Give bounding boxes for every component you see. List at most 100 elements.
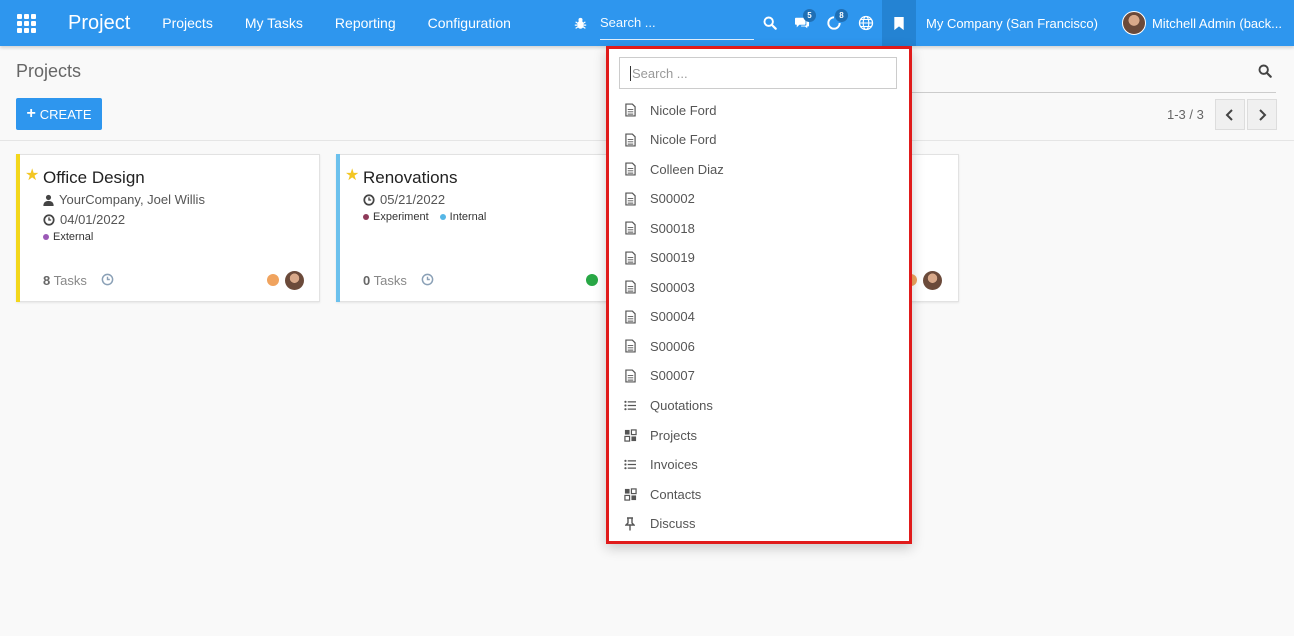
language-globe-icon[interactable] [850, 0, 882, 46]
dropdown-item[interactable]: Discuss [623, 512, 893, 536]
card-color-bar [336, 154, 340, 302]
timesheet-clock-icon[interactable] [101, 273, 114, 291]
dropdown-item[interactable]: Nicole Ford [623, 128, 893, 152]
project-tags-row: Experiment Internal [363, 211, 492, 223]
tag-internal: Internal [439, 211, 486, 223]
dropdown-item-label: S00007 [650, 368, 695, 384]
document-icon [623, 280, 637, 294]
document-icon [623, 162, 637, 176]
tag-external: External [43, 231, 93, 243]
project-card[interactable]: ★ Renovations 05/21/2022 Experiment Inte… [336, 154, 640, 302]
bookmark-dropdown-panel: Search ... Nicole Ford Nicole Ford Colleen… [606, 46, 912, 544]
menu-my-tasks[interactable]: My Tasks [229, 15, 319, 31]
clock-icon [43, 213, 55, 226]
timesheet-clock-icon[interactable] [421, 273, 434, 291]
global-search-input[interactable]: Search ... [600, 6, 754, 40]
dropdown-item-label: S00003 [650, 279, 695, 295]
document-icon [623, 310, 637, 324]
dropdown-item[interactable]: Contacts [623, 482, 893, 506]
app-brand[interactable]: Project [68, 12, 130, 35]
favorite-star-icon[interactable]: ★ [25, 165, 39, 185]
messages-icon[interactable]: 5 [786, 0, 818, 46]
chevron-left-icon [1225, 108, 1233, 121]
pager-value[interactable]: 1-3 / 3 [1167, 107, 1204, 122]
plus-icon: + [26, 105, 36, 122]
dropdown-item[interactable]: Quotations [623, 394, 893, 418]
dropdown-item-label: S00004 [650, 309, 695, 325]
dropdown-item-label: Discuss [650, 516, 696, 532]
dropdown-item-label: S00019 [650, 250, 695, 266]
document-icon [623, 132, 637, 147]
project-date-row: 04/01/2022 [43, 212, 125, 227]
dropdown-item-label: Contacts [650, 486, 702, 502]
pager-next-button[interactable] [1247, 99, 1277, 130]
card-color-bar [16, 154, 20, 302]
tasks-link[interactable]: 0 Tasks [363, 273, 407, 288]
project-tags-row: External [43, 231, 99, 243]
status-dot[interactable] [586, 274, 598, 286]
activities-icon[interactable]: 8 [818, 0, 850, 46]
dropdown-item-label: S00018 [650, 220, 695, 236]
dropdown-item[interactable]: Projects [623, 423, 893, 447]
dropdown-item-label: S00002 [650, 191, 695, 207]
tag-experiment: Experiment [363, 211, 429, 223]
bookmark-icon[interactable] [882, 0, 916, 46]
view-search-icon[interactable] [1258, 64, 1272, 83]
user-name: Mitchell Admin (back... [1151, 15, 1282, 31]
dropdown-item[interactable]: S00018 [623, 216, 893, 240]
page-title: Projects [16, 61, 82, 81]
dropdown-item-label: Quotations [650, 398, 713, 413]
project-card[interactable]: ★ Office Design YourCompany, Joel Willis… [16, 154, 320, 302]
kanban-icon [623, 428, 637, 442]
top-navbar: Project Projects My Tasks Reporting Conf… [0, 0, 1294, 46]
list-icon [623, 400, 637, 411]
manager-avatar[interactable] [923, 271, 942, 290]
dropdown-search-input[interactable]: Search ... [619, 57, 897, 89]
dropdown-item-label: S00006 [650, 338, 695, 354]
menu-reporting[interactable]: Reporting [319, 15, 412, 31]
search-icon[interactable] [754, 0, 786, 46]
dropdown-item[interactable]: S00004 [623, 305, 893, 329]
document-icon [623, 192, 637, 206]
project-title[interactable]: Office Design [43, 168, 145, 188]
create-button[interactable]: + CREATE [16, 98, 102, 130]
dropdown-item[interactable]: Invoices [623, 453, 893, 477]
document-icon [623, 221, 637, 235]
dropdown-item[interactable]: S00006 [623, 334, 893, 358]
company-switcher[interactable]: My Company (San Francisco) [926, 16, 1098, 31]
dropdown-item-label: Nicole Ford [650, 132, 717, 148]
favorite-star-icon[interactable]: ★ [345, 165, 359, 185]
user-menu[interactable]: Mitchell Admin (back... [1121, 11, 1282, 35]
user-avatar [1121, 11, 1146, 35]
dropdown-item[interactable]: Nicole Ford [623, 98, 893, 122]
dropdown-item-label: Colleen Diaz [650, 161, 724, 177]
messages-count-badge: 5 [803, 9, 816, 22]
chevron-right-icon [1259, 108, 1267, 121]
dropdown-item[interactable]: S00003 [623, 275, 893, 299]
status-dot[interactable] [267, 274, 279, 286]
project-partner-row: YourCompany, Joel Willis [43, 192, 205, 207]
menu-configuration[interactable]: Configuration [412, 15, 527, 31]
menu-projects[interactable]: Projects [146, 15, 229, 31]
pin-icon [623, 516, 637, 531]
dropdown-item[interactable]: S00007 [623, 364, 893, 388]
clock-icon [363, 193, 375, 206]
dropdown-item[interactable]: S00002 [623, 187, 893, 211]
dropdown-item[interactable]: Colleen Diaz [623, 157, 893, 181]
debug-bug-icon[interactable] [570, 17, 590, 30]
document-icon [623, 339, 637, 353]
pager-previous-button[interactable] [1215, 99, 1245, 130]
tasks-link[interactable]: 8 Tasks [43, 273, 87, 288]
project-title[interactable]: Renovations [363, 168, 458, 188]
activities-count-badge: 8 [835, 9, 848, 22]
project-date-row: 05/21/2022 [363, 192, 445, 207]
view-search-input[interactable] [905, 92, 1276, 93]
dropdown-item-label: Nicole Ford [650, 102, 717, 118]
manager-avatar[interactable] [285, 271, 304, 290]
text-caret [630, 65, 631, 81]
dropdown-item-label: Projects [650, 427, 697, 443]
document-icon [623, 369, 637, 383]
apps-menu-icon[interactable] [0, 0, 52, 46]
dropdown-item[interactable]: S00019 [623, 246, 893, 270]
document-icon [623, 251, 637, 265]
